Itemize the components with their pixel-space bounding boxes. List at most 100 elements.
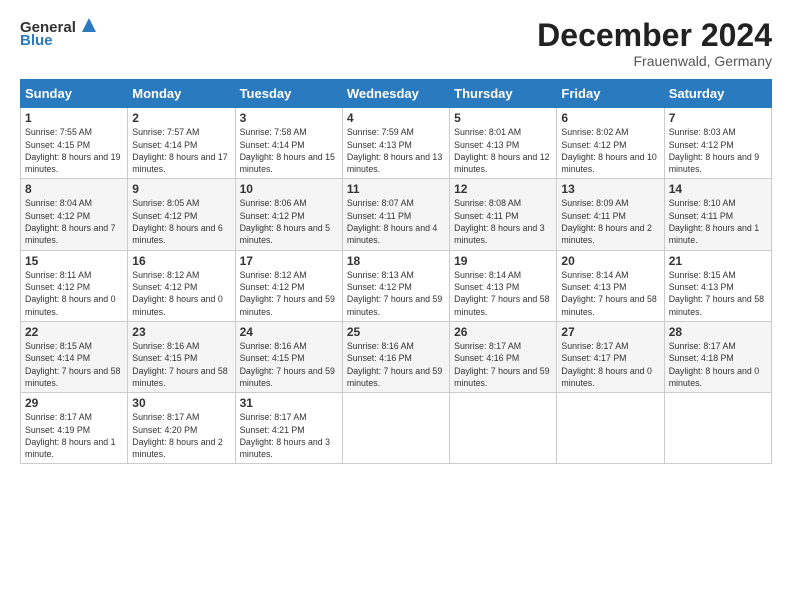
- day-number: 28: [669, 325, 767, 339]
- calendar-cell: 18 Sunrise: 8:13 AMSunset: 4:12 PMDayligh…: [342, 250, 449, 321]
- weekday-header: Friday: [557, 80, 664, 108]
- calendar-cell: 25 Sunrise: 8:16 AMSunset: 4:16 PMDayligh…: [342, 321, 449, 392]
- day-info: Sunrise: 8:14 AMSunset: 4:13 PMDaylight:…: [561, 270, 656, 317]
- day-number: 14: [669, 182, 767, 196]
- day-number: 2: [132, 111, 230, 125]
- day-info: Sunrise: 8:06 AMSunset: 4:12 PMDaylight:…: [240, 198, 330, 245]
- calendar-cell: 21 Sunrise: 8:15 AMSunset: 4:13 PMDayligh…: [664, 250, 771, 321]
- day-info: Sunrise: 8:03 AMSunset: 4:12 PMDaylight:…: [669, 127, 759, 174]
- day-info: Sunrise: 8:12 AMSunset: 4:12 PMDaylight:…: [240, 270, 335, 317]
- weekday-header: Wednesday: [342, 80, 449, 108]
- calendar-week-row: 29 Sunrise: 8:17 AMSunset: 4:19 PMDayligh…: [21, 393, 772, 464]
- day-number: 3: [240, 111, 338, 125]
- calendar-cell: 30 Sunrise: 8:17 AMSunset: 4:20 PMDayligh…: [128, 393, 235, 464]
- day-number: 31: [240, 396, 338, 410]
- day-info: Sunrise: 8:13 AMSunset: 4:12 PMDaylight:…: [347, 270, 442, 317]
- weekday-header: Tuesday: [235, 80, 342, 108]
- calendar-cell: 1 Sunrise: 7:55 AMSunset: 4:15 PMDaylight…: [21, 108, 128, 179]
- day-info: Sunrise: 8:16 AMSunset: 4:16 PMDaylight:…: [347, 341, 442, 388]
- calendar-cell: 31 Sunrise: 8:17 AMSunset: 4:21 PMDayligh…: [235, 393, 342, 464]
- calendar-cell: 23 Sunrise: 8:16 AMSunset: 4:15 PMDayligh…: [128, 321, 235, 392]
- day-info: Sunrise: 7:57 AMSunset: 4:14 PMDaylight:…: [132, 127, 227, 174]
- calendar-cell: [664, 393, 771, 464]
- header: General Blue December 2024 Frauenwald, G…: [20, 18, 772, 69]
- day-number: 11: [347, 182, 445, 196]
- day-info: Sunrise: 7:58 AMSunset: 4:14 PMDaylight:…: [240, 127, 335, 174]
- day-number: 22: [25, 325, 123, 339]
- page: General Blue December 2024 Frauenwald, G…: [0, 0, 792, 612]
- day-number: 18: [347, 254, 445, 268]
- calendar-cell: 28 Sunrise: 8:17 AMSunset: 4:18 PMDayligh…: [664, 321, 771, 392]
- day-info: Sunrise: 8:17 AMSunset: 4:20 PMDaylight:…: [132, 412, 222, 459]
- month-title: December 2024: [537, 18, 772, 53]
- day-number: 12: [454, 182, 552, 196]
- day-number: 30: [132, 396, 230, 410]
- weekday-header: Monday: [128, 80, 235, 108]
- day-number: 27: [561, 325, 659, 339]
- calendar-cell: 24 Sunrise: 8:16 AMSunset: 4:15 PMDayligh…: [235, 321, 342, 392]
- day-number: 6: [561, 111, 659, 125]
- calendar-cell: 15Sunrise: 8:11 AMSunset: 4:12 PMDayligh…: [21, 250, 128, 321]
- logo-icon: [78, 14, 100, 36]
- day-info: Sunrise: 8:10 AMSunset: 4:11 PMDaylight:…: [669, 198, 759, 245]
- day-info: Sunrise: 8:09 AMSunset: 4:11 PMDaylight:…: [561, 198, 651, 245]
- day-info: Sunrise: 8:12 AMSunset: 4:12 PMDaylight:…: [132, 270, 222, 317]
- day-info: Sunrise: 8:17 AMSunset: 4:16 PMDaylight:…: [454, 341, 549, 388]
- day-info: Sunrise: 7:55 AMSunset: 4:15 PMDaylight:…: [25, 127, 120, 174]
- day-number: 8: [25, 182, 123, 196]
- day-info: Sunrise: 8:04 AMSunset: 4:12 PMDaylight:…: [25, 198, 115, 245]
- day-number: 29: [25, 396, 123, 410]
- day-info: Sunrise: 8:16 AMSunset: 4:15 PMDaylight:…: [132, 341, 227, 388]
- weekday-header: Sunday: [21, 80, 128, 108]
- day-info: Sunrise: 8:17 AMSunset: 4:21 PMDaylight:…: [240, 412, 330, 459]
- calendar-cell: 12Sunrise: 8:08 AMSunset: 4:11 PMDayligh…: [450, 179, 557, 250]
- calendar-cell: 14 Sunrise: 8:10 AMSunset: 4:11 PMDayligh…: [664, 179, 771, 250]
- calendar-cell: 13 Sunrise: 8:09 AMSunset: 4:11 PMDayligh…: [557, 179, 664, 250]
- calendar-week-row: 8 Sunrise: 8:04 AMSunset: 4:12 PMDaylight…: [21, 179, 772, 250]
- calendar-cell: 27 Sunrise: 8:17 AMSunset: 4:17 PMDayligh…: [557, 321, 664, 392]
- day-number: 23: [132, 325, 230, 339]
- weekday-header: Saturday: [664, 80, 771, 108]
- title-block: December 2024 Frauenwald, Germany: [537, 18, 772, 69]
- calendar-cell: 2 Sunrise: 7:57 AMSunset: 4:14 PMDaylight…: [128, 108, 235, 179]
- day-number: 13: [561, 182, 659, 196]
- day-number: 4: [347, 111, 445, 125]
- day-info: Sunrise: 7:59 AMSunset: 4:13 PMDaylight:…: [347, 127, 442, 174]
- calendar-cell: 4 Sunrise: 7:59 AMSunset: 4:13 PMDaylight…: [342, 108, 449, 179]
- day-number: 9: [132, 182, 230, 196]
- day-number: 21: [669, 254, 767, 268]
- day-info: Sunrise: 8:17 AMSunset: 4:17 PMDaylight:…: [561, 341, 651, 388]
- calendar-week-row: 15Sunrise: 8:11 AMSunset: 4:12 PMDayligh…: [21, 250, 772, 321]
- day-info: Sunrise: 8:17 AMSunset: 4:18 PMDaylight:…: [669, 341, 759, 388]
- day-info: Sunrise: 8:07 AMSunset: 4:11 PMDaylight:…: [347, 198, 437, 245]
- weekday-header-row: SundayMondayTuesdayWednesdayThursdayFrid…: [21, 80, 772, 108]
- calendar-cell: 26 Sunrise: 8:17 AMSunset: 4:16 PMDayligh…: [450, 321, 557, 392]
- calendar-cell: 17Sunrise: 8:12 AMSunset: 4:12 PMDayligh…: [235, 250, 342, 321]
- day-number: 26: [454, 325, 552, 339]
- day-number: 7: [669, 111, 767, 125]
- day-info: Sunrise: 8:16 AMSunset: 4:15 PMDaylight:…: [240, 341, 335, 388]
- calendar-week-row: 22Sunrise: 8:15 AMSunset: 4:14 PMDayligh…: [21, 321, 772, 392]
- calendar-cell: 8 Sunrise: 8:04 AMSunset: 4:12 PMDaylight…: [21, 179, 128, 250]
- calendar-cell: 10Sunrise: 8:06 AMSunset: 4:12 PMDayligh…: [235, 179, 342, 250]
- logo-blue: Blue: [20, 32, 53, 49]
- day-info: Sunrise: 8:15 AMSunset: 4:13 PMDaylight:…: [669, 270, 764, 317]
- day-number: 16: [132, 254, 230, 268]
- calendar-cell: 22Sunrise: 8:15 AMSunset: 4:14 PMDayligh…: [21, 321, 128, 392]
- calendar-cell: [342, 393, 449, 464]
- day-info: Sunrise: 8:17 AMSunset: 4:19 PMDaylight:…: [25, 412, 115, 459]
- day-number: 25: [347, 325, 445, 339]
- calendar-cell: 5 Sunrise: 8:01 AMSunset: 4:13 PMDaylight…: [450, 108, 557, 179]
- day-number: 24: [240, 325, 338, 339]
- calendar-cell: 11 Sunrise: 8:07 AMSunset: 4:11 PMDayligh…: [342, 179, 449, 250]
- calendar-cell: 6 Sunrise: 8:02 AMSunset: 4:12 PMDaylight…: [557, 108, 664, 179]
- day-number: 1: [25, 111, 123, 125]
- calendar-cell: [557, 393, 664, 464]
- day-info: Sunrise: 8:02 AMSunset: 4:12 PMDaylight:…: [561, 127, 656, 174]
- day-info: Sunrise: 8:11 AMSunset: 4:12 PMDaylight:…: [25, 270, 115, 317]
- day-info: Sunrise: 8:01 AMSunset: 4:13 PMDaylight:…: [454, 127, 549, 174]
- calendar-cell: 29 Sunrise: 8:17 AMSunset: 4:19 PMDayligh…: [21, 393, 128, 464]
- calendar-cell: 7 Sunrise: 8:03 AMSunset: 4:12 PMDaylight…: [664, 108, 771, 179]
- location: Frauenwald, Germany: [537, 53, 772, 69]
- day-number: 5: [454, 111, 552, 125]
